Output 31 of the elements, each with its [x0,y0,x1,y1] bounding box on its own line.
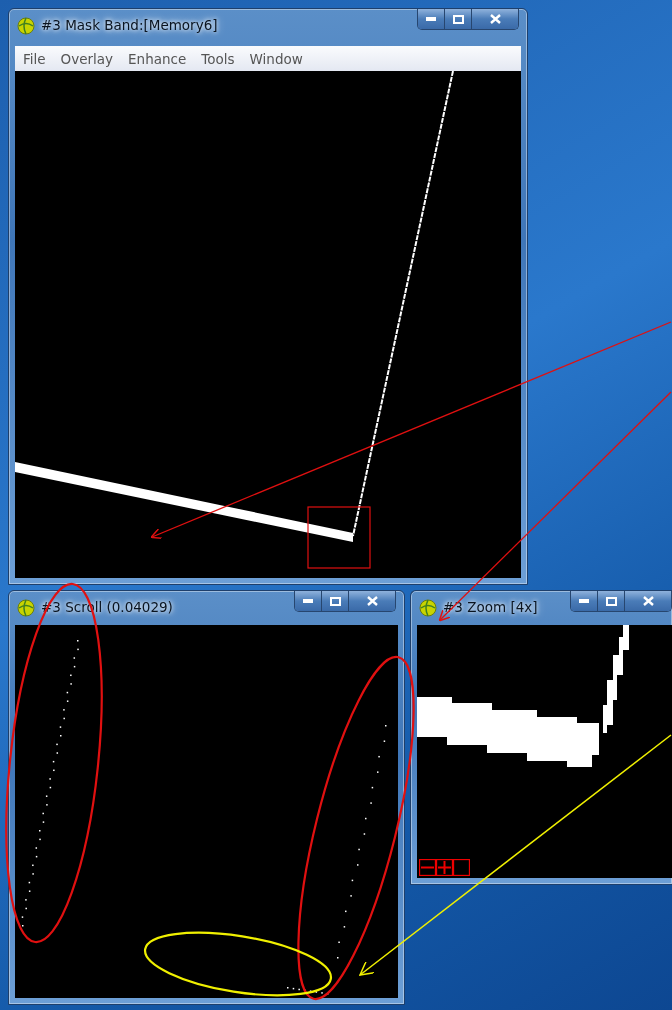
close-icon [366,596,378,606]
maximize-icon [329,596,341,606]
menu-item[interactable]: File [23,50,46,67]
close-button[interactable] [625,591,671,611]
highlight-rectangle [307,506,371,569]
maximize-button[interactable] [445,9,472,29]
close-button[interactable] [349,591,395,611]
minimize-button[interactable] [295,591,322,611]
minimize-icon [426,17,436,21]
app-icon [17,599,35,617]
window-title: #3 Mask Band:[Memory6] [41,17,218,33]
dotted-line [287,987,329,995]
menu-item[interactable]: Enhance [128,50,187,67]
minimize-icon [579,599,589,603]
close-icon [489,14,501,24]
minimize-button[interactable] [571,591,598,611]
menu-item[interactable]: Overlay [60,50,114,67]
maximize-icon [452,14,464,24]
zoom-out-icon[interactable] [419,859,436,876]
close-button[interactable] [472,9,518,29]
minimize-icon [303,599,313,603]
app-icon [419,599,437,617]
maximize-button[interactable] [598,591,625,611]
close-icon [642,596,654,606]
maximize-icon [605,596,617,606]
menu-item[interactable]: Window [249,50,303,67]
zoom-in-icon[interactable] [436,859,453,876]
app-icon [17,17,35,35]
menu-item[interactable]: Tools [201,50,235,67]
maximize-button[interactable] [322,591,349,611]
minimize-button[interactable] [418,9,445,29]
